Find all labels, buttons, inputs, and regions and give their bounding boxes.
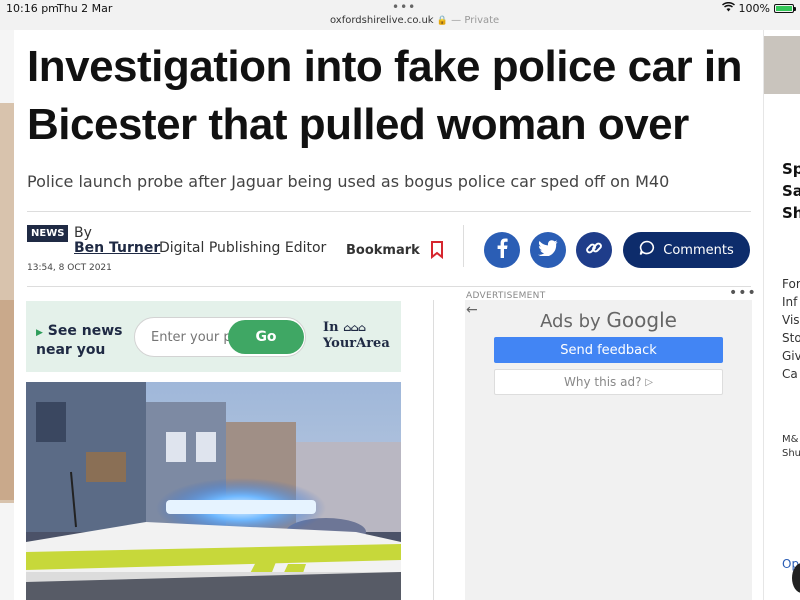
- url-text: oxfordshirelive.co.uk: [330, 15, 434, 26]
- google-wordmark: Google: [606, 308, 677, 332]
- right-column-list: For Inf Vis Sto Giv Ca: [782, 275, 800, 383]
- link-icon: [585, 239, 603, 261]
- right-column-footer: M& Shu: [782, 433, 800, 461]
- headline-line-2: Bicester that pulled woman over: [27, 100, 689, 149]
- send-feedback-button[interactable]: Send feedback: [494, 337, 723, 363]
- ad-options-icon[interactable]: •••: [729, 285, 757, 301]
- list-item: Vis: [782, 313, 800, 327]
- status-date: Thu 2 Mar: [57, 2, 113, 15]
- by-label: By: [74, 225, 92, 241]
- battery-icon: [774, 4, 796, 13]
- right-title-line: Sh: [782, 204, 800, 222]
- page-title: Investigation into fake police car in Bi…: [27, 38, 757, 154]
- article-photo[interactable]: [26, 382, 401, 600]
- list-item: Ca: [782, 367, 798, 381]
- advertisement-label: ADVERTISEMENT: [466, 291, 546, 301]
- publish-timestamp: 13:54, 8 OCT 2021: [27, 263, 112, 273]
- logo-yourarea: YourArea: [323, 336, 390, 351]
- lock-icon: 🔒: [436, 16, 448, 26]
- near-you-line-1: See news: [47, 323, 123, 339]
- copy-link-button[interactable]: [576, 232, 612, 268]
- right-title-line: Sa: [782, 182, 800, 200]
- address-bar[interactable]: oxfordshirelive.co.uk 🔒 — Private: [330, 15, 499, 26]
- author-role: Digital Publishing Editor: [159, 240, 327, 256]
- right-column-divider: [763, 30, 764, 600]
- private-label: — Private: [451, 15, 500, 26]
- bookmark-icon[interactable]: [430, 241, 444, 260]
- status-time: 10:16 pm: [6, 2, 59, 15]
- divider: [27, 211, 751, 212]
- right-column-title[interactable]: Sp Sa Sh: [782, 158, 800, 224]
- wifi-icon: [721, 1, 735, 15]
- headline-line-1: Investigation into fake police car in: [27, 42, 743, 91]
- ads-by-google: Ads by Google: [465, 308, 752, 332]
- section-badge[interactable]: NEWS: [27, 225, 69, 242]
- list-item: Giv: [782, 349, 800, 363]
- ads-by-label: Ads by: [540, 311, 601, 332]
- facebook-share-button[interactable]: [484, 232, 520, 268]
- divider: [27, 286, 751, 287]
- logo-in: In: [323, 320, 339, 335]
- comments-button[interactable]: Comments: [623, 232, 750, 268]
- battery-percent: 100%: [738, 2, 770, 15]
- comment-bubble-icon: [639, 240, 655, 260]
- status-right: 100%: [721, 1, 796, 15]
- triangle-arrow-icon: ▶: [36, 328, 43, 338]
- play-triangle-icon: ▷: [645, 376, 653, 388]
- houses-icon: ⌂⌂⌂: [343, 323, 366, 334]
- list-item: For: [782, 277, 800, 291]
- why-this-ad-button[interactable]: Why this ad? ▷: [494, 369, 723, 395]
- footer-line: M&: [782, 434, 799, 445]
- right-title-line: Sp: [782, 160, 800, 178]
- news-near-you-label: ▶ See news near you: [36, 323, 122, 359]
- facebook-icon: [494, 238, 510, 262]
- author-link[interactable]: Ben Turner: [74, 240, 160, 256]
- near-you-line-2: near you: [36, 342, 106, 358]
- list-item: Sto: [782, 331, 800, 345]
- browser-menu-dots-icon[interactable]: •••: [392, 0, 416, 14]
- footer-line: Shu: [782, 448, 800, 459]
- postcode-input[interactable]: [149, 329, 233, 346]
- right-thumbnail[interactable]: [764, 36, 800, 94]
- inyourarea-logo[interactable]: In ⌂⌂⌂ YourArea: [323, 320, 390, 351]
- share-divider: [463, 225, 464, 267]
- twitter-share-button[interactable]: [530, 232, 566, 268]
- list-item: Inf: [782, 295, 798, 309]
- bookmark-button[interactable]: Bookmark: [346, 243, 420, 258]
- twitter-icon: [538, 240, 558, 260]
- go-button[interactable]: Go: [228, 320, 304, 354]
- subheadline: Police launch probe after Jaguar being u…: [27, 172, 670, 191]
- why-this-ad-label: Why this ad?: [564, 375, 642, 389]
- comments-label: Comments: [663, 242, 734, 258]
- left-ad-image-lower: [0, 300, 14, 500]
- column-divider: [433, 300, 434, 600]
